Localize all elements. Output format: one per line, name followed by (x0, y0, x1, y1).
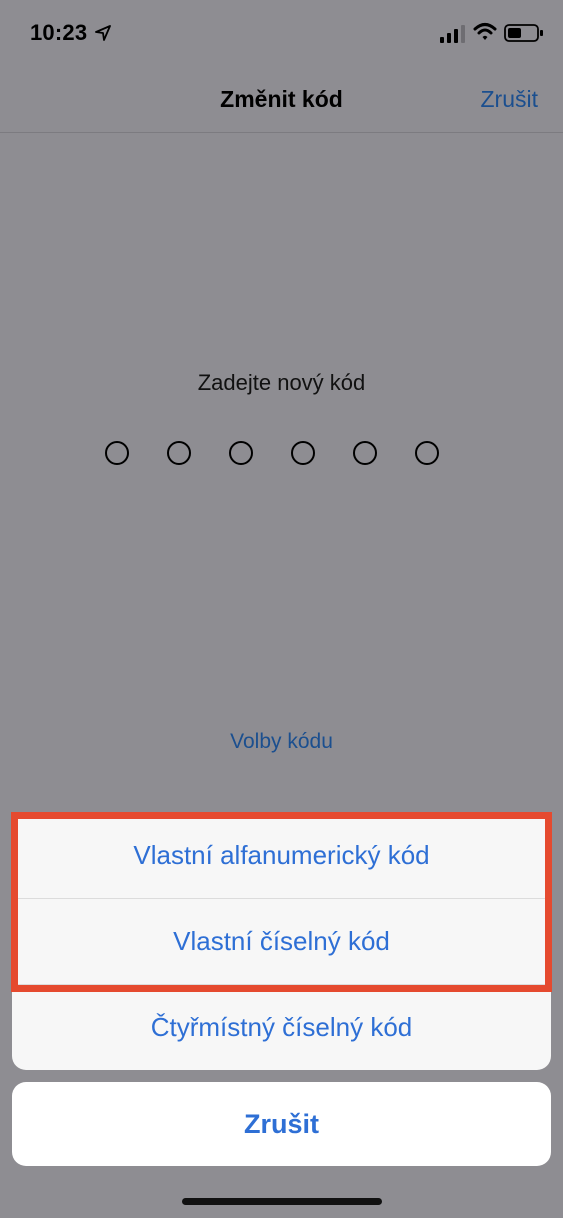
battery-icon (504, 24, 543, 42)
passcode-dot (229, 441, 253, 465)
nav-cancel-button[interactable]: Zrušit (481, 86, 539, 113)
passcode-dot (353, 441, 377, 465)
passcode-dot (167, 441, 191, 465)
passcode-dots (105, 441, 439, 465)
status-bar: 10:23 (0, 0, 563, 66)
wifi-icon (473, 23, 497, 40)
nav-bar: Změnit kód Zrušit (0, 66, 563, 133)
home-indicator (182, 1198, 382, 1205)
passcode-prompt: Zadejte nový kód (197, 370, 366, 395)
passcode-dot (105, 441, 129, 465)
action-sheet: Vlastní alfanumerický kód Vlastní číseln… (12, 812, 551, 1070)
status-time: 10:23 (30, 20, 88, 45)
action-sheet-cancel-button[interactable]: Zrušit (12, 1082, 551, 1166)
passcode-dot (291, 441, 315, 465)
page-title: Změnit kód (220, 86, 343, 112)
passcode-options-link[interactable]: Volby kódu (0, 730, 563, 754)
location-arrow-icon (95, 25, 111, 41)
action-custom-alphanumeric[interactable]: Vlastní alfanumerický kód (12, 812, 551, 898)
action-custom-numeric[interactable]: Vlastní číselný kód (12, 898, 551, 984)
action-four-digit-numeric[interactable]: Čtyřmístný číselný kód (12, 984, 551, 1070)
cellular-signal-icon (440, 25, 465, 43)
passcode-dot (415, 441, 439, 465)
